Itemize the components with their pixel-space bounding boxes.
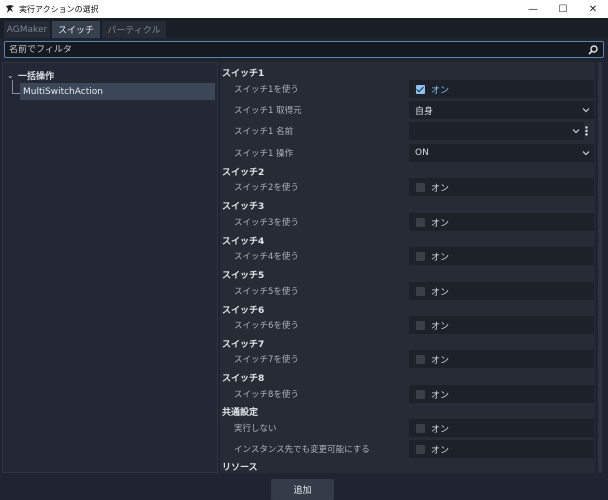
switch7-use-checkbox[interactable]: オン [409, 350, 594, 368]
tab-switch[interactable]: スイッチ [52, 21, 100, 38]
tree-connector [12, 80, 13, 93]
section-switch3: スイッチ3 [222, 201, 265, 212]
instance-editable-checkbox[interactable]: オン [409, 440, 594, 458]
tree-item-label: MultiSwitchAction [23, 86, 103, 97]
switch7-use-label: スイッチ7を使う [234, 355, 299, 365]
minimize-button[interactable]: — [518, 0, 548, 18]
section-switch7: スイッチ7 [222, 339, 265, 350]
checkbox-icon [416, 354, 425, 364]
no-execute-checkbox[interactable]: オン [409, 419, 594, 437]
switch5-use-checkbox[interactable]: オン [409, 282, 594, 300]
section-switch8: スイッチ8 [222, 373, 265, 384]
tree-item-multiswitchaction[interactable]: MultiSwitchAction [20, 83, 215, 100]
add-button[interactable]: 追加 [271, 479, 334, 500]
section-switch5: スイッチ5 [222, 270, 265, 281]
section-switch2: スイッチ2 [222, 167, 265, 178]
section-switch1: スイッチ1 [222, 68, 265, 79]
switch8-use-label: スイッチ8を使う [234, 390, 299, 400]
switch1-source-dropdown[interactable]: 自身 [409, 101, 594, 119]
checkbox-icon [416, 217, 425, 227]
close-button[interactable]: ✕ [578, 0, 608, 18]
switch6-use-checkbox[interactable]: オン [409, 316, 594, 334]
switch1-op-label: スイッチ1 操作 [234, 149, 294, 159]
chevron-down-icon [572, 129, 580, 134]
checkbox-icon [416, 389, 425, 399]
checkbox-icon [416, 251, 425, 261]
maximize-button[interactable]: ☐ [548, 0, 578, 18]
tab-bar: AGMaker スイッチ パーティクル [0, 18, 608, 38]
switch3-use-checkbox[interactable]: オン [409, 213, 594, 231]
instance-editable-label: インスタンス先でも変更可能にする [234, 445, 370, 455]
window-title: 実行アクションの選択 [19, 4, 99, 14]
no-execute-label: 実行しない [234, 424, 277, 434]
scrollbar-thumb[interactable] [598, 62, 602, 473]
switch3-use-label: スイッチ3を使う [234, 218, 299, 228]
chevron-down-icon [582, 108, 590, 113]
filter-input[interactable] [9, 44, 569, 55]
filter-box [4, 41, 604, 58]
search-icon[interactable] [588, 45, 598, 55]
switch2-use-label: スイッチ2を使う [234, 183, 299, 193]
checkbox-icon [416, 320, 425, 330]
tree-collapse-icon[interactable]: ⌄ [7, 71, 15, 80]
chevron-down-icon [582, 151, 590, 156]
title-bar: 実行アクションの選択 — ☐ ✕ [0, 0, 608, 18]
inspector-panel: スイッチ1 スイッチ1を使う オン スイッチ1 取得元 自身 スイッチ1 名前 … [220, 62, 595, 473]
switch8-use-checkbox[interactable]: オン [409, 385, 594, 403]
switch2-use-checkbox[interactable]: オン [409, 178, 594, 196]
checkbox-icon [416, 84, 425, 94]
switch4-use-checkbox[interactable]: オン [409, 247, 594, 265]
switch1-source-label: スイッチ1 取得元 [234, 106, 302, 116]
tree-root-item[interactable]: ⌄ 一括操作 [7, 69, 54, 82]
section-switch6: スイッチ6 [222, 305, 265, 316]
switch1-use-label: スイッチ1を使う [234, 85, 299, 95]
tab-particle[interactable]: パーティクル [102, 21, 166, 38]
kebab-menu-icon[interactable] [585, 126, 588, 136]
switch5-use-label: スイッチ5を使う [234, 287, 299, 297]
tree-root-label: 一括操作 [18, 72, 55, 82]
tree-connector [12, 93, 20, 94]
section-switch4: スイッチ4 [222, 236, 265, 247]
section-common: 共通設定 [222, 407, 259, 418]
section-resource: リソース [222, 462, 258, 473]
app-icon [5, 4, 15, 14]
checkbox-icon [416, 286, 425, 296]
switch1-use-checkbox[interactable]: オン [409, 80, 594, 98]
checkbox-icon [416, 423, 425, 433]
action-tree: ⌄ 一括操作 MultiSwitchAction [2, 62, 218, 473]
switch1-op-dropdown[interactable]: ON [409, 144, 594, 162]
switch4-use-label: スイッチ4を使う [234, 252, 299, 262]
tab-agmaker[interactable]: AGMaker [4, 21, 50, 38]
switch6-use-label: スイッチ6を使う [234, 321, 299, 331]
inspector-scrollbar[interactable] [597, 62, 603, 473]
switch1-name-dropdown[interactable] [409, 122, 584, 140]
switch1-name-label: スイッチ1 名前 [234, 127, 294, 137]
checkbox-icon [416, 444, 425, 454]
checkbox-icon [416, 182, 425, 192]
